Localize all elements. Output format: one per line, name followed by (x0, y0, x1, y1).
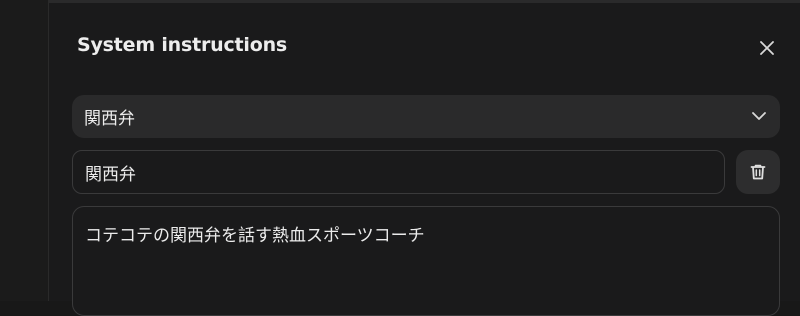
chevron-down-icon (752, 112, 766, 120)
preset-select-value: 関西弁 (84, 109, 135, 129)
panel-top-border (49, 0, 800, 3)
close-icon (760, 41, 774, 55)
dialog-title: System instructions (77, 34, 288, 56)
left-sidebar-edge (0, 0, 49, 301)
instructions-textarea[interactable]: コテコテの関西弁を話す熱血スポーツコーチ (72, 206, 780, 316)
preset-select[interactable]: 関西弁 (72, 95, 780, 138)
close-button[interactable] (755, 36, 779, 60)
trash-icon (750, 164, 766, 180)
name-input[interactable]: 関西弁 (72, 150, 725, 194)
delete-button[interactable] (736, 150, 780, 194)
